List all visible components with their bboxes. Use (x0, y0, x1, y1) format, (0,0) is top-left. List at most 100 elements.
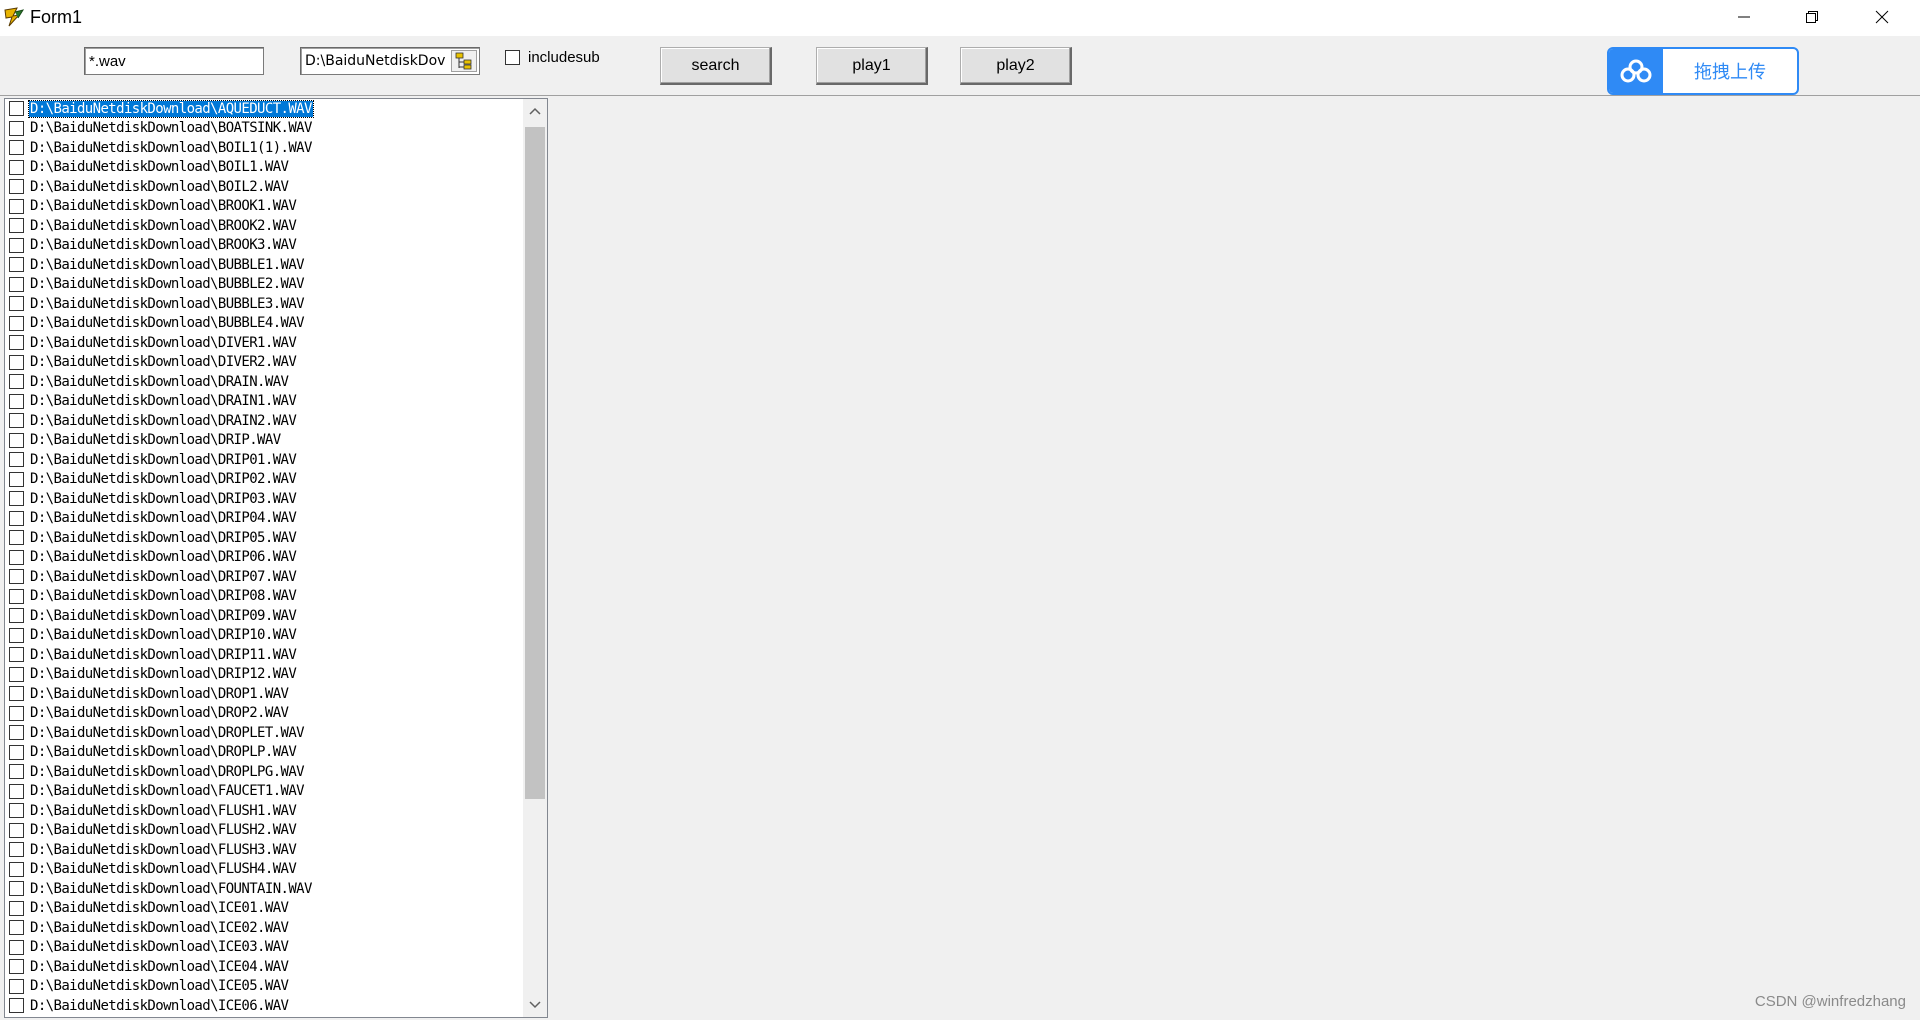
list-item[interactable]: D:\BaiduNetdiskDownload\ICE04.WAV (5, 957, 521, 977)
list-item[interactable]: D:\BaiduNetdiskDownload\DRIP12.WAV (5, 665, 521, 685)
list-item[interactable]: D:\BaiduNetdiskDownload\DIVER1.WAV (5, 333, 521, 353)
list-item[interactable]: D:\BaiduNetdiskDownload\BOIL2.WAV (5, 177, 521, 197)
scroll-up-button[interactable] (523, 99, 547, 123)
item-checkbox[interactable] (9, 861, 24, 877)
list-item[interactable]: D:\BaiduNetdiskDownload\DRIP06.WAV (5, 548, 521, 568)
item-checkbox[interactable] (9, 881, 24, 897)
item-checkbox[interactable] (9, 120, 24, 136)
list-item[interactable]: D:\BaiduNetdiskDownload\DROP2.WAV (5, 704, 521, 724)
list-item[interactable]: D:\BaiduNetdiskDownload\DRIP11.WAV (5, 645, 521, 665)
item-checkbox[interactable] (9, 998, 24, 1014)
item-checkbox[interactable] (9, 764, 24, 780)
item-checkbox[interactable] (9, 257, 24, 273)
list-item[interactable]: D:\BaiduNetdiskDownload\DROPLPG.WAV (5, 762, 521, 782)
list-item[interactable]: D:\BaiduNetdiskDownload\DRIP.WAV (5, 431, 521, 451)
close-button[interactable] (1848, 0, 1916, 34)
list-item[interactable]: D:\BaiduNetdiskDownload\FOUNTAIN.WAV (5, 879, 521, 899)
item-checkbox[interactable] (9, 452, 24, 468)
list-item[interactable]: D:\BaiduNetdiskDownload\BUBBLE2.WAV (5, 275, 521, 295)
vertical-scrollbar[interactable] (523, 99, 547, 1017)
list-item[interactable]: D:\BaiduNetdiskDownload\ICE03.WAV (5, 938, 521, 958)
item-checkbox[interactable] (9, 686, 24, 702)
play2-button[interactable]: play2 (960, 47, 1072, 85)
restore-button[interactable] (1778, 0, 1846, 34)
list-item[interactable]: D:\BaiduNetdiskDownload\BOATSINK.WAV (5, 119, 521, 139)
browse-folder-button[interactable] (451, 50, 477, 72)
list-item[interactable]: D:\BaiduNetdiskDownload\BROOK3.WAV (5, 236, 521, 256)
item-checkbox[interactable] (9, 608, 24, 624)
list-item[interactable]: D:\BaiduNetdiskDownload\FLUSH3.WAV (5, 840, 521, 860)
item-checkbox[interactable] (9, 296, 24, 312)
item-checkbox[interactable] (9, 510, 24, 526)
item-checkbox[interactable] (9, 822, 24, 838)
item-checkbox[interactable] (9, 159, 24, 175)
scroll-down-button[interactable] (523, 993, 547, 1017)
item-checkbox[interactable] (9, 218, 24, 234)
list-item[interactable]: D:\BaiduNetdiskDownload\DRIP03.WAV (5, 489, 521, 509)
list-item[interactable]: D:\BaiduNetdiskDownload\FLUSH4.WAV (5, 860, 521, 880)
list-item[interactable]: D:\BaiduNetdiskDownload\FAUCET1.WAV (5, 782, 521, 802)
item-checkbox[interactable] (9, 920, 24, 936)
file-mask-input[interactable]: *.wav (84, 47, 264, 75)
list-item[interactable]: D:\BaiduNetdiskDownload\DIVER2.WAV (5, 353, 521, 373)
list-item[interactable]: D:\BaiduNetdiskDownload\BUBBLE4.WAV (5, 314, 521, 334)
list-item[interactable]: D:\BaiduNetdiskDownload\DRIP09.WAV (5, 606, 521, 626)
item-checkbox[interactable] (9, 783, 24, 799)
item-checkbox[interactable] (9, 744, 24, 760)
search-button[interactable]: search (660, 47, 772, 85)
list-item[interactable]: D:\BaiduNetdiskDownload\DRAIN.WAV (5, 372, 521, 392)
list-item[interactable]: D:\BaiduNetdiskDownload\BOIL1(1).WAV (5, 138, 521, 158)
item-checkbox[interactable] (9, 276, 24, 292)
item-checkbox[interactable] (9, 530, 24, 546)
item-checkbox[interactable] (9, 978, 24, 994)
list-item[interactable]: D:\BaiduNetdiskDownload\AQUEDUCT.WAV (5, 99, 521, 119)
list-item[interactable]: D:\BaiduNetdiskDownload\DRIP07.WAV (5, 567, 521, 587)
list-item[interactable]: D:\BaiduNetdiskDownload\BUBBLE3.WAV (5, 294, 521, 314)
play1-button[interactable]: play1 (816, 47, 928, 85)
list-item[interactable]: D:\BaiduNetdiskDownload\ICE02.WAV (5, 918, 521, 938)
item-checkbox[interactable] (9, 627, 24, 643)
list-item[interactable]: D:\BaiduNetdiskDownload\DRIP02.WAV (5, 470, 521, 490)
directory-edit[interactable]: D:\BaiduNetdiskDov (300, 47, 480, 75)
item-checkbox[interactable] (9, 588, 24, 604)
item-checkbox[interactable] (9, 393, 24, 409)
list-item[interactable]: D:\BaiduNetdiskDownload\FLUSH2.WAV (5, 821, 521, 841)
item-checkbox[interactable] (9, 471, 24, 487)
item-checkbox[interactable] (9, 725, 24, 741)
list-item[interactable]: D:\BaiduNetdiskDownload\DRAIN1.WAV (5, 392, 521, 412)
file-checklist[interactable]: D:\BaiduNetdiskDownload\AQUEDUCT.WAV D:\B… (4, 98, 548, 1018)
item-checkbox[interactable] (9, 413, 24, 429)
list-item[interactable]: D:\BaiduNetdiskDownload\DRIP05.WAV (5, 528, 521, 548)
checkbox-box[interactable] (505, 50, 520, 65)
item-checkbox[interactable] (9, 666, 24, 682)
list-item[interactable]: D:\BaiduNetdiskDownload\BROOK2.WAV (5, 216, 521, 236)
item-checkbox[interactable] (9, 237, 24, 253)
scroll-thumb[interactable] (525, 127, 545, 799)
item-checkbox[interactable] (9, 959, 24, 975)
list-item[interactable]: D:\BaiduNetdiskDownload\ICE06.WAV (5, 996, 521, 1016)
item-checkbox[interactable] (9, 432, 24, 448)
item-checkbox[interactable] (9, 900, 24, 916)
list-item[interactable]: D:\BaiduNetdiskDownload\BOIL1.WAV (5, 158, 521, 178)
item-checkbox[interactable] (9, 491, 24, 507)
list-item[interactable]: D:\BaiduNetdiskDownload\DRIP04.WAV (5, 509, 521, 529)
item-checkbox[interactable] (9, 705, 24, 721)
list-item[interactable]: D:\BaiduNetdiskDownload\DRIP10.WAV (5, 626, 521, 646)
list-item[interactable]: D:\BaiduNetdiskDownload\DRIP01.WAV (5, 450, 521, 470)
item-checkbox[interactable] (9, 939, 24, 955)
item-checkbox[interactable] (9, 549, 24, 565)
item-checkbox[interactable] (9, 101, 24, 117)
item-checkbox[interactable] (9, 374, 24, 390)
item-checkbox[interactable] (9, 569, 24, 585)
list-item[interactable]: D:\BaiduNetdiskDownload\DRAIN2.WAV (5, 411, 521, 431)
list-item[interactable]: D:\BaiduNetdiskDownload\DROPLP.WAV (5, 743, 521, 763)
list-item[interactable]: D:\BaiduNetdiskDownload\FLUSH1.WAV (5, 801, 521, 821)
item-checkbox[interactable] (9, 198, 24, 214)
list-item[interactable]: D:\BaiduNetdiskDownload\BROOK1.WAV (5, 197, 521, 217)
item-checkbox[interactable] (9, 647, 24, 663)
list-item[interactable]: D:\BaiduNetdiskDownload\ICE05.WAV (5, 977, 521, 997)
list-item[interactable]: D:\BaiduNetdiskDownload\ICE01.WAV (5, 899, 521, 919)
item-checkbox[interactable] (9, 842, 24, 858)
item-checkbox[interactable] (9, 354, 24, 370)
list-item[interactable]: D:\BaiduNetdiskDownload\BUBBLE1.WAV (5, 255, 521, 275)
